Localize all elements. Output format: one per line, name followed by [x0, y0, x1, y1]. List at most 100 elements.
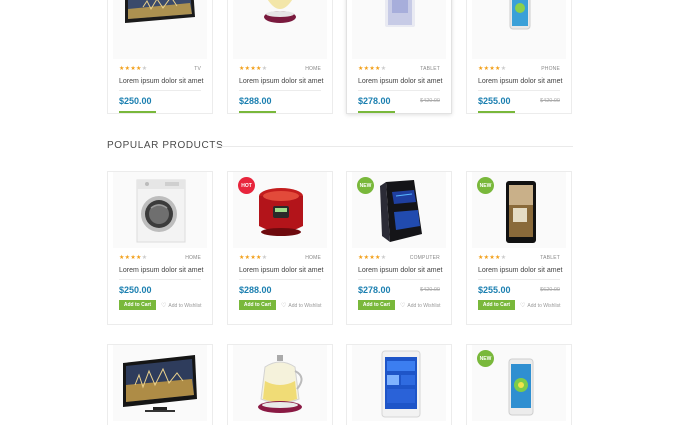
- divider: [239, 279, 321, 280]
- new-badge: NEW: [477, 177, 494, 194]
- product-image[interactable]: [352, 345, 446, 421]
- product-image[interactable]: NEW: [352, 172, 446, 248]
- tv-icon: [125, 0, 195, 23]
- divider: [358, 279, 440, 280]
- product-title[interactable]: Lorem ipsum dolor sit amet: [478, 266, 562, 276]
- product-price: $255.00: [478, 285, 511, 295]
- product-image[interactable]: [233, 345, 327, 421]
- heart-icon: ♡: [400, 303, 406, 309]
- product-price: $288.00: [239, 96, 272, 106]
- divider: [119, 90, 201, 91]
- product-image[interactable]: HOT: [233, 172, 327, 248]
- product-category: TABLET: [420, 66, 440, 72]
- product-category: TV: [194, 66, 201, 72]
- add-to-wishlist-link[interactable]: ♡Add to Wishlist: [520, 302, 560, 309]
- add-to-cart-button[interactable]: Add to Cart: [358, 300, 395, 310]
- add-to-wishlist-link[interactable]: ♡Add to Wishlist: [281, 302, 321, 309]
- tablet-icon: [385, 0, 415, 27]
- product-card[interactable]: [107, 344, 213, 425]
- rating-stars: ★★★★★: [358, 66, 387, 72]
- product-image[interactable]: [352, 0, 446, 59]
- product-card[interactable]: ★★★★★ HOME Lorem ipsum dolor sit amet $2…: [227, 0, 333, 114]
- rating-stars: ★★★★★: [239, 66, 268, 72]
- product-price: $278.00: [358, 96, 391, 106]
- old-price: $420.00: [540, 98, 560, 104]
- product-price: $288.00: [239, 285, 272, 295]
- divider: [119, 279, 201, 280]
- rating-stars: ★★★★★: [478, 255, 507, 261]
- add-to-wishlist-link[interactable]: ♡Add to Wishlist: [161, 113, 201, 114]
- old-price: $420.00: [420, 98, 440, 104]
- product-card[interactable]: NEW: [466, 344, 572, 425]
- product-category: HOME: [305, 66, 321, 72]
- product-category: COMPUTER: [409, 255, 440, 261]
- phone-icon: [509, 0, 531, 30]
- product-card[interactable]: ★★★★★ TV Lorem ipsum dolor sit amet $250…: [107, 0, 213, 114]
- add-to-wishlist-link[interactable]: ♡Add to Wishlist: [281, 113, 321, 114]
- product-category: HOME: [305, 255, 321, 261]
- rating-stars: ★★★★★: [119, 255, 148, 261]
- hot-badge: HOT: [238, 177, 255, 194]
- add-to-cart-button[interactable]: Add to Cart: [358, 111, 395, 113]
- add-to-cart-button[interactable]: Add to Cart: [478, 300, 515, 310]
- add-to-wishlist-link[interactable]: ♡Add to Wishlist: [400, 302, 440, 309]
- add-to-wishlist-link[interactable]: ♡Add to Wishlist: [520, 113, 560, 114]
- product-card[interactable]: ★★★★★ HOME Lorem ipsum dolor sit amet $2…: [107, 171, 213, 325]
- product-category: TABLET: [540, 255, 560, 261]
- product-image[interactable]: [113, 0, 207, 59]
- add-to-wishlist-link[interactable]: ♡Add to Wishlist: [400, 113, 440, 114]
- section-title: POPULAR PRODUCTS: [107, 140, 224, 151]
- tablet-icon: [381, 350, 421, 418]
- product-image[interactable]: NEW: [472, 345, 566, 421]
- divider: [358, 90, 440, 91]
- add-to-cart-button[interactable]: Add to Cart: [119, 111, 156, 113]
- washing-machine-icon: [136, 179, 186, 243]
- product-category: PHONE: [541, 66, 560, 72]
- add-to-cart-button[interactable]: Add to Cart: [239, 300, 276, 310]
- product-card[interactable]: ★★★★★ TABLET Lorem ipsum dolor sit amet …: [346, 0, 452, 114]
- product-price: $250.00: [119, 285, 152, 295]
- product-card[interactable]: NEW ★★★★★ COMPUTER Lorem ipsum dolor sit…: [346, 171, 452, 325]
- kettle-icon: [258, 355, 303, 413]
- product-card[interactable]: ★★★★★ PHONE Lorem ipsum dolor sit amet $…: [466, 0, 572, 114]
- add-to-cart-button[interactable]: Add to Cart: [478, 111, 515, 113]
- old-price: $420.00: [420, 287, 440, 293]
- rating-stars: ★★★★★: [119, 66, 148, 72]
- product-title[interactable]: Lorem ipsum dolor sit amet: [119, 266, 203, 276]
- product-title[interactable]: Lorem ipsum dolor sit amet: [239, 77, 323, 87]
- add-to-cart-button[interactable]: Add to Cart: [119, 300, 156, 310]
- product-card[interactable]: HOT ★★★★★ HOME Lorem ipsum dolor sit ame…: [227, 171, 333, 325]
- product-image[interactable]: [233, 0, 327, 59]
- product-image[interactable]: [472, 0, 566, 59]
- product-image[interactable]: [113, 345, 207, 421]
- add-to-cart-button[interactable]: Add to Cart: [239, 111, 276, 113]
- product-title[interactable]: Lorem ipsum dolor sit amet: [358, 266, 442, 276]
- tv-icon: [123, 355, 197, 412]
- product-price: $255.00: [478, 96, 511, 106]
- rating-stars: ★★★★★: [478, 66, 507, 72]
- kettle-icon: [264, 0, 296, 23]
- old-price: $620.00: [540, 287, 560, 293]
- add-to-wishlist-link[interactable]: ♡Add to Wishlist: [161, 302, 201, 309]
- product-title[interactable]: Lorem ipsum dolor sit amet: [119, 77, 203, 87]
- product-price: $278.00: [358, 285, 391, 295]
- heart-icon: ♡: [520, 303, 526, 309]
- rating-stars: ★★★★★: [239, 255, 268, 261]
- new-badge: NEW: [477, 350, 494, 367]
- section-divider: [215, 146, 573, 147]
- product-price: $250.00: [119, 96, 152, 106]
- product-image[interactable]: NEW: [472, 172, 566, 248]
- product-card[interactable]: [227, 344, 333, 425]
- product-title[interactable]: Lorem ipsum dolor sit amet: [239, 266, 323, 276]
- product-card[interactable]: [346, 344, 452, 425]
- divider: [478, 279, 560, 280]
- product-title[interactable]: Lorem ipsum dolor sit amet: [478, 77, 562, 87]
- product-image[interactable]: [113, 172, 207, 248]
- product-card[interactable]: NEW ★★★★★ TABLET Lorem ipsum dolor sit a…: [466, 171, 572, 325]
- rating-stars: ★★★★★: [358, 255, 387, 261]
- heart-icon: ♡: [281, 303, 287, 309]
- heart-icon: ♡: [161, 303, 167, 309]
- product-category: HOME: [185, 255, 201, 261]
- product-title[interactable]: Lorem ipsum dolor sit amet: [358, 77, 442, 87]
- divider: [478, 90, 560, 91]
